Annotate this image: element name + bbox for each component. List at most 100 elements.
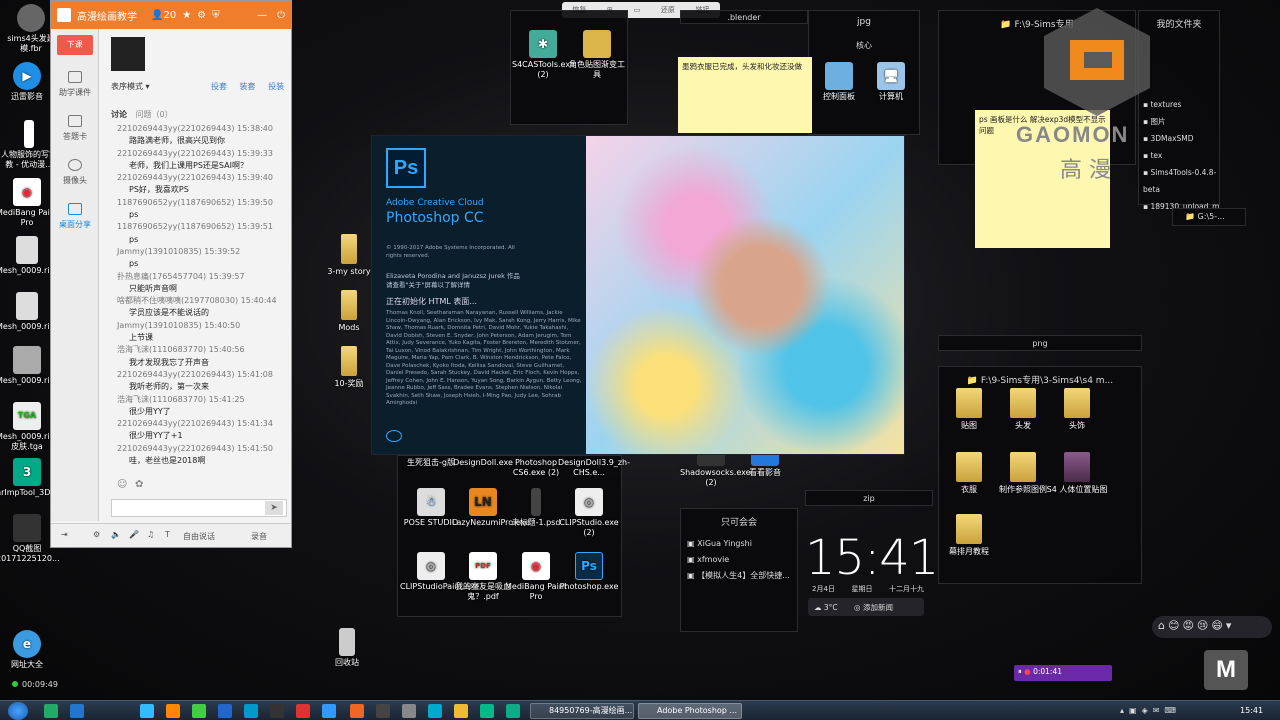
- taskbar-item-classroom[interactable]: 84950769-高漫绘画...: [530, 703, 634, 719]
- taskbar-app-icon[interactable]: [44, 704, 58, 718]
- screen-share-icon: [68, 203, 82, 215]
- list-item[interactable]: ▪ Sims4Tools-0.4.8-beta: [1143, 164, 1219, 198]
- settings-gear-icon[interactable]: ⚙: [93, 530, 100, 539]
- action-1[interactable]: 投套: [211, 82, 227, 91]
- desktop-icon-computer[interactable]: 🖥 计算机: [860, 62, 922, 102]
- flower-icon[interactable]: ✿: [135, 479, 143, 490]
- more-icon[interactable]: ▾: [1226, 619, 1235, 632]
- list-item[interactable]: ▪ 3DMaxSMD: [1143, 130, 1219, 147]
- action-3[interactable]: 投装: [268, 82, 284, 91]
- desktop-icon-clipstudio[interactable]: ◎ CLIPStudio.exe (2): [558, 488, 620, 538]
- exit-icon[interactable]: ⇥: [61, 530, 68, 539]
- taskbar-app-icon[interactable]: [480, 704, 494, 718]
- emoji-smile-icon[interactable]: 😄: [1211, 619, 1225, 632]
- sidebar-item-screen-share[interactable]: 桌面分享: [51, 195, 99, 239]
- tab-discussion[interactable]: 讨论: [111, 110, 127, 119]
- list-item[interactable]: ▣ xfmovie: [687, 552, 797, 568]
- star-icon[interactable]: ★: [182, 10, 191, 21]
- folder-accessories[interactable]: 头饰: [1046, 388, 1108, 431]
- emoji-happy-icon[interactable]: 😊: [1168, 619, 1182, 632]
- toolbar-window-icon[interactable]: ▭: [634, 6, 641, 14]
- microphone-icon[interactable]: 🎤: [129, 530, 139, 539]
- taskbar-app-icon[interactable]: [322, 704, 336, 718]
- panel-blender: .blender: [680, 10, 808, 24]
- desktop-icon-shadowsocks[interactable]: Shadowsocks.exe (2): [680, 452, 751, 488]
- panel-only-open: 只可会会 ▣ XiGua Yingshi ▣ xfmovie ▣ 【模拟人生4】…: [680, 508, 798, 632]
- desktop-icon-s4castools[interactable]: ✱ S4CASTools.exe (2): [512, 30, 575, 80]
- pause-icon[interactable]: ⏸: [1018, 667, 1022, 676]
- text-icon[interactable]: T: [165, 530, 170, 539]
- sidebar-item-answer-card[interactable]: 答题卡: [51, 107, 99, 151]
- start-button[interactable]: [8, 702, 28, 720]
- sidebar-item-courseware[interactable]: 助学课件: [51, 63, 99, 107]
- folder-textures[interactable]: 贴图: [938, 388, 1000, 431]
- send-icon[interactable]: ➤: [265, 501, 283, 515]
- desktop-icon-designdoll3[interactable]: DesignDoll3.9_zh-CHS.e...: [558, 458, 630, 478]
- list-item: 浩海飞沫(1110683770) 15:40:56 我才发现我忘了开声音: [117, 345, 245, 367]
- shield-icon[interactable]: ⛨: [212, 10, 220, 21]
- folder-icon: [1064, 452, 1090, 482]
- emoji-angry-icon[interactable]: 😡: [1182, 619, 1196, 632]
- free-talk-button[interactable]: 自由说话: [183, 531, 215, 542]
- desktop-icon-web-nav[interactable]: e 网址大全: [0, 630, 58, 670]
- shortcut-folder-icon: [341, 234, 357, 264]
- taskbar-ie-icon[interactable]: [140, 704, 154, 718]
- sticky-note-1[interactable]: 墨鸦衣服已完成，头发和化妆还没做: [678, 57, 812, 133]
- mode-select[interactable]: 表序模式 ▾: [111, 81, 150, 92]
- gaomon-logo-icon: [1044, 8, 1150, 116]
- control-panel-icon: [825, 62, 853, 90]
- home-icon[interactable]: ⌂: [1158, 619, 1168, 632]
- list-item[interactable]: ▪ textures: [1143, 96, 1219, 113]
- taskbar-firefox-icon[interactable]: [350, 704, 364, 718]
- speaker-icon[interactable]: 🔈: [111, 530, 121, 539]
- taskbar-app-icon[interactable]: [218, 704, 232, 718]
- system-tray[interactable]: ▴▣◈✉⌨: [1120, 706, 1181, 715]
- list-item[interactable]: ▪ tex: [1143, 147, 1219, 164]
- emoji-sad-icon[interactable]: 😢: [1197, 619, 1211, 632]
- emoji-toolbar: ⌂😊😡😢😄▾: [1152, 616, 1272, 638]
- file-icon: [16, 292, 38, 320]
- music-icon[interactable]: ♫: [147, 530, 154, 539]
- tab-questions[interactable]: 问题（0）: [136, 110, 173, 119]
- action-2[interactable]: 装套: [240, 82, 256, 91]
- end-class-button[interactable]: 下课: [56, 35, 93, 55]
- taskbar-app-icon[interactable]: [244, 704, 258, 718]
- folder-reference[interactable]: 制作参照图例: [992, 452, 1054, 495]
- chat-input[interactable]: [111, 499, 287, 517]
- settings-icon[interactable]: ⚙: [197, 10, 206, 21]
- list-item[interactable]: ▣ 【模拟人生4】全部快捷...: [687, 568, 797, 584]
- taskbar-item-photoshop[interactable]: Adobe Photoshop ...: [638, 703, 742, 719]
- taskbar-app-icon[interactable]: [454, 704, 468, 718]
- desktop-icon-texture-tool[interactable]: 角色贴图渐变工具: [566, 30, 628, 80]
- taskbar-app-icon[interactable]: [70, 704, 84, 718]
- list-item[interactable]: ▣ XiGua Yingshi: [687, 536, 797, 552]
- power-icon[interactable]: ⏻: [277, 10, 285, 21]
- taskbar-app-icon[interactable]: [296, 704, 310, 718]
- splash-artist-note: 请查看"关于"屏幕以了解详情: [386, 281, 470, 289]
- taskbar-folder-icon[interactable]: [166, 704, 180, 718]
- taskbar-app-icon[interactable]: [506, 704, 520, 718]
- taskbar-app-icon[interactable]: [192, 704, 206, 718]
- taskbar-app-icon[interactable]: [376, 704, 390, 718]
- folder-body-map[interactable]: S4 人体位置贴图: [1046, 452, 1108, 495]
- folder-hair[interactable]: 头发: [992, 388, 1054, 431]
- folder-tutorial[interactable]: 幕排月教程: [938, 514, 1000, 557]
- minimize-icon[interactable]: —: [257, 10, 267, 21]
- folder-clothes[interactable]: 衣服: [938, 452, 1000, 495]
- script-file-icon: 3: [13, 458, 41, 486]
- desktop-icon-photoshop[interactable]: Ps Photoshop.exe: [558, 552, 620, 592]
- record-button[interactable]: 录音: [251, 531, 267, 542]
- list-item[interactable]: ▪ 图片: [1143, 113, 1219, 130]
- recorder-widget[interactable]: ⏸ ● 0:01:41: [1014, 665, 1112, 681]
- taskbar-app-icon[interactable]: [270, 704, 284, 718]
- desktop-icon-recycle-bin[interactable]: 回收站: [316, 628, 378, 668]
- weather-bar[interactable]: ☁ 3°C ◎ 添加新闻: [808, 598, 924, 616]
- image-file-icon: [13, 346, 41, 374]
- desktop-icon-kankan[interactable]: 看看影音: [734, 452, 796, 478]
- taskbar-app-icon[interactable]: [428, 704, 442, 718]
- record-icon[interactable]: ●: [1024, 667, 1031, 676]
- emoji-icon[interactable]: ☺: [117, 479, 127, 490]
- taskbar-app-icon[interactable]: [402, 704, 416, 718]
- toolbar-revert[interactable]: 还原: [661, 5, 675, 15]
- sidebar-item-camera[interactable]: 摄像头: [51, 151, 99, 195]
